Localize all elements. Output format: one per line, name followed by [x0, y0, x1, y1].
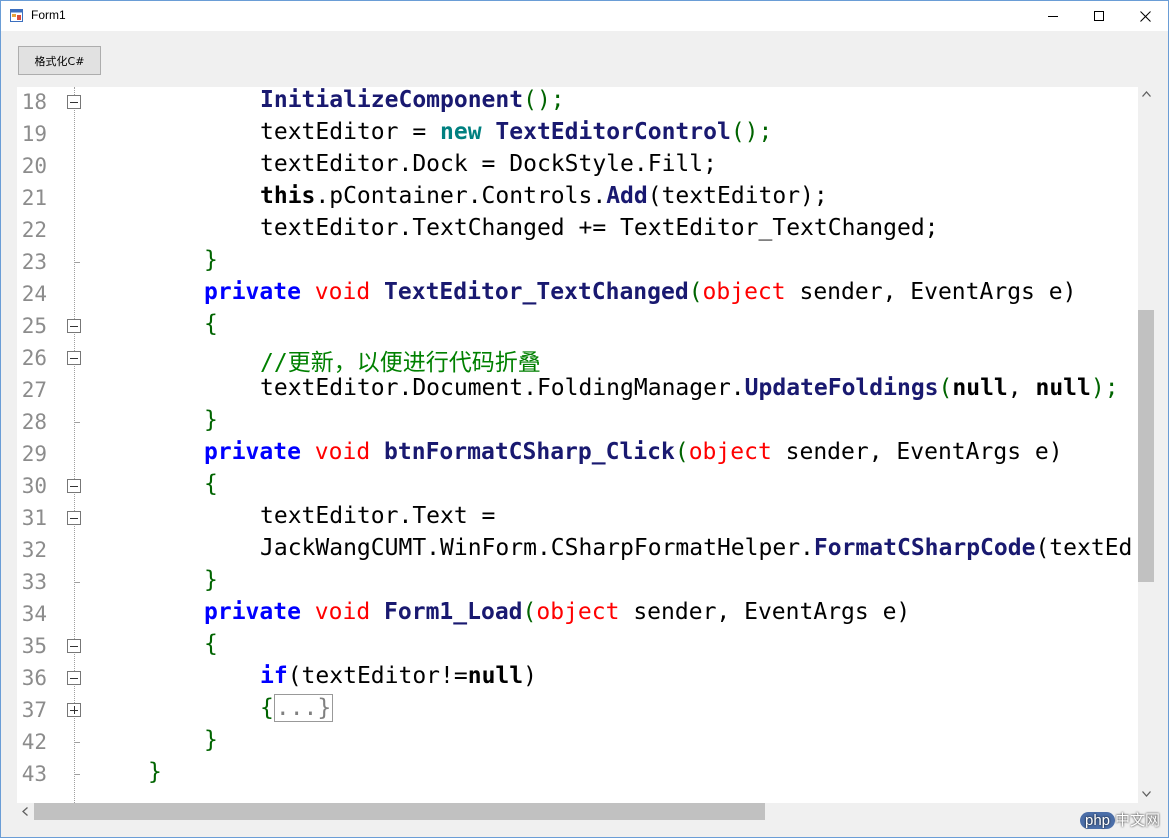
- code-line-25: {: [204, 311, 218, 337]
- code-line-34: private void Form1_Load(object sender, E…: [204, 599, 911, 625]
- line-number: 25: [21, 314, 47, 338]
- gutter-row: 36: [17, 663, 1137, 695]
- code-line-21: this.pContainer.Controls.Add(textEditor)…: [260, 183, 828, 209]
- line-number: 27: [21, 378, 47, 402]
- horizontal-scroll-thumb[interactable]: [34, 803, 765, 820]
- line-number: 28: [21, 410, 47, 434]
- gutter-row: 42: [17, 727, 1137, 759]
- gutter-row: 23: [17, 247, 1137, 279]
- fold-end-marker: [74, 262, 80, 263]
- code-line-37: {...}: [260, 694, 334, 722]
- line-number: 19: [21, 122, 47, 146]
- gutter-row: 35: [17, 631, 1137, 663]
- code-editor[interactable]: 18 19 20 21 22 23 24 25 26 27 28 29 30 31 32 33 34 35 36 37…: [17, 87, 1154, 803]
- gutter-row: 25: [17, 311, 1137, 343]
- line-number: 37: [21, 698, 47, 722]
- gutter-row: 37: [17, 695, 1137, 727]
- code-line-22: textEditor.TextChanged += TextEditor_Tex…: [260, 215, 939, 241]
- gutter-row: 31: [17, 503, 1137, 535]
- code-line-26: //更新，以便进行代码折叠: [260, 350, 541, 376]
- gutter-row: 30: [17, 471, 1137, 503]
- collapse-icon[interactable]: [67, 351, 81, 365]
- collapse-icon[interactable]: [67, 95, 81, 109]
- collapse-icon[interactable]: [67, 479, 81, 493]
- chevron-down-icon[interactable]: [1142, 791, 1151, 797]
- fold-end-marker: [74, 582, 80, 583]
- line-number: 22: [21, 218, 47, 242]
- minimize-button[interactable]: [1030, 1, 1076, 31]
- chevron-up-icon[interactable]: [1142, 91, 1151, 97]
- horizontal-scrollbar[interactable]: [17, 803, 1138, 820]
- close-button[interactable]: [1122, 1, 1168, 31]
- watermark-badge: php: [1080, 812, 1116, 829]
- code-line-35: {: [204, 631, 218, 657]
- code-line-43: }: [148, 759, 162, 785]
- fold-end-marker: [74, 774, 80, 775]
- main-window: Form1 格式化C# 18 19 20 21 22 23 24 25 26 27 28 29 30 31…: [0, 0, 1169, 838]
- line-number: 20: [21, 154, 47, 178]
- vertical-scroll-thumb[interactable]: [1138, 310, 1154, 582]
- line-number: 24: [21, 282, 47, 306]
- line-number: 43: [21, 762, 47, 786]
- code-line-20: textEditor.Dock = DockStyle.Fill;: [260, 151, 717, 177]
- code-line-24: private void TextEditor_TextChanged(obje…: [204, 279, 1077, 305]
- code-line-31: textEditor.Text =: [260, 503, 496, 529]
- fold-end-marker: [74, 422, 80, 423]
- expand-icon[interactable]: [67, 703, 81, 717]
- gutter-row: 28: [17, 407, 1137, 439]
- code-line-33: }: [204, 567, 218, 593]
- window-title: Form1: [31, 8, 66, 22]
- code-line-23: }: [204, 247, 218, 273]
- watermark: php 中文网: [1080, 809, 1160, 830]
- gutter-row: 33: [17, 567, 1137, 599]
- chevron-left-icon[interactable]: [22, 807, 28, 816]
- code-line-27: textEditor.Document.FoldingManager.Updat…: [260, 375, 1119, 401]
- line-number: 29: [21, 442, 47, 466]
- line-number: 18: [21, 90, 47, 114]
- line-number: 26: [21, 346, 47, 370]
- code-line-32: JackWangCUMT.WinForm.CSharpFormatHelper.…: [260, 535, 1133, 561]
- maximize-icon: [1093, 10, 1104, 21]
- line-number: 42: [21, 730, 47, 754]
- watermark-text: 中文网: [1115, 812, 1161, 829]
- line-number: 35: [21, 634, 47, 658]
- collapse-icon[interactable]: [67, 639, 81, 653]
- title-bar[interactable]: Form1: [1, 1, 1168, 31]
- gutter-row: 18: [17, 87, 1137, 119]
- collapse-icon[interactable]: [67, 671, 81, 685]
- code-line-42: }: [204, 727, 218, 753]
- minimize-icon: [1047, 15, 1058, 17]
- line-number: 31: [21, 506, 47, 530]
- collapse-icon[interactable]: [67, 511, 81, 525]
- line-number: 32: [21, 538, 47, 562]
- collapsed-region[interactable]: ...}: [273, 694, 334, 722]
- line-number: 23: [21, 250, 47, 274]
- code-line-36: if(textEditor!=null): [260, 663, 537, 689]
- app-icon: [10, 9, 23, 22]
- fold-end-marker: [74, 742, 80, 743]
- gutter-row: 43: [17, 759, 1137, 791]
- code-line-19: textEditor = new TextEditorControl();: [260, 119, 773, 145]
- gutter-row: 26: [17, 343, 1137, 375]
- line-number: 33: [21, 570, 47, 594]
- close-icon: [1139, 10, 1151, 22]
- line-number: 30: [21, 474, 47, 498]
- code-line-30: {: [204, 471, 218, 497]
- code-line-29: private void btnFormatCSharp_Click(objec…: [204, 439, 1063, 465]
- collapse-icon[interactable]: [67, 319, 81, 333]
- code-line-28: }: [204, 407, 218, 433]
- line-number: 21: [21, 186, 47, 210]
- line-number: 34: [21, 602, 47, 626]
- format-csharp-button[interactable]: 格式化C#: [18, 46, 101, 75]
- code-line-18: InitializeComponent();: [260, 87, 565, 113]
- maximize-button[interactable]: [1076, 1, 1122, 31]
- line-number: 36: [21, 666, 47, 690]
- vertical-scrollbar[interactable]: [1138, 87, 1154, 803]
